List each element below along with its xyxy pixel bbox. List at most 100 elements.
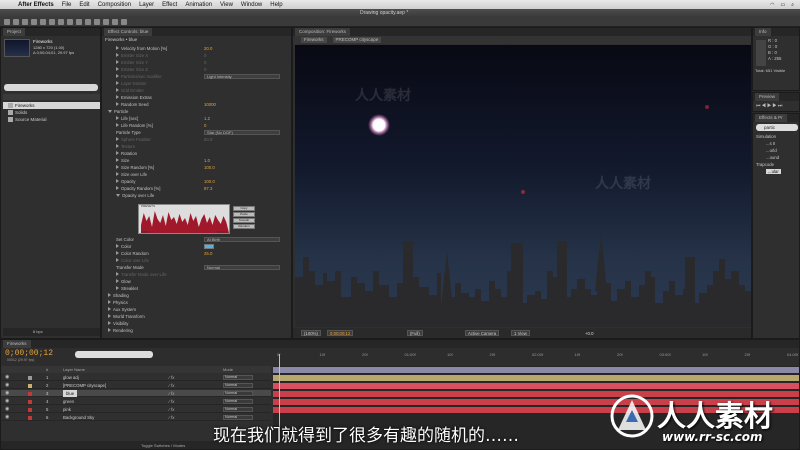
tab-effects-presets[interactable]: Effects & Pr <box>755 114 787 122</box>
twirl-closed-icon[interactable] <box>116 172 119 176</box>
twirl-closed-icon[interactable] <box>108 307 111 311</box>
composition-viewer[interactable]: 人人素材 人人素材 <box>295 45 751 327</box>
clone-tool-icon[interactable] <box>94 19 100 25</box>
project-item[interactable]: Fireworks <box>3 102 100 109</box>
tab-timeline-fireworks[interactable]: Fireworks <box>3 340 31 348</box>
twirl-closed-icon[interactable] <box>116 123 119 127</box>
effect-property-row[interactable]: Transfer Mode Normal <box>102 264 291 271</box>
effect-property-row[interactable]: Rendering <box>102 327 291 334</box>
twirl-closed-icon[interactable] <box>108 314 111 318</box>
toggle-switches-modes[interactable]: Toggle Switches / Modes <box>141 443 185 448</box>
twirl-closed-icon[interactable] <box>116 116 119 120</box>
col-layer-name[interactable]: Layer Name <box>63 366 85 373</box>
bpc-indicator[interactable]: 8 bpc <box>33 329 43 334</box>
tab-composition[interactable]: Composition: Fireworks <box>295 28 351 36</box>
menu-item-window[interactable]: Window <box>241 2 262 8</box>
property-value[interactable]: 10000 <box>204 101 216 108</box>
menu-item-file[interactable]: File <box>62 2 72 8</box>
twirl-closed-icon[interactable] <box>116 144 119 148</box>
twirl-open-icon[interactable] <box>108 110 112 113</box>
timeline-layer-row[interactable]: ◉ 2 [PRECOMP cityscape] ⁄ fx Normal <box>1 382 271 389</box>
opacity-over-life-graph[interactable]: PRESETS BIRTH DEATH <box>138 204 230 234</box>
effects-list-item[interactable]: ...ular <box>766 169 781 174</box>
comp-timecode[interactable]: 0;00;00;12 <box>327 330 354 336</box>
tab-info[interactable]: Info <box>755 28 771 36</box>
effect-property-row[interactable]: Life [sec] 1.2 <box>102 115 291 122</box>
label-color-chip[interactable] <box>28 408 32 412</box>
twirl-closed-icon[interactable] <box>116 46 119 50</box>
brush-tool-icon[interactable] <box>85 19 91 25</box>
timeline-layer-row[interactable]: ◉ 5 pink ⁄ fx Normal <box>1 406 271 413</box>
visibility-eye-icon[interactable]: ◉ <box>5 406 9 413</box>
effect-property-row[interactable]: Velocity from Motion [%] 20.0 <box>102 45 291 52</box>
effect-property-row[interactable]: Color <box>102 243 291 250</box>
effect-property-row[interactable]: Emitter Size X 0 <box>102 52 291 59</box>
label-color-chip[interactable] <box>28 400 32 404</box>
effect-property-row[interactable]: Particle Type Star (No DOF) <box>102 129 291 136</box>
layer-mode-dropdown[interactable]: Normal <box>223 407 253 412</box>
layer-mode-dropdown[interactable]: Normal <box>223 399 253 404</box>
layer-bar-blue[interactable] <box>273 383 799 389</box>
effect-property-row[interactable]: Size over Life <box>102 171 291 178</box>
property-value[interactable]: 50.0 <box>204 136 212 143</box>
menu-item-composition[interactable]: Composition <box>98 2 131 8</box>
project-column-header[interactable] <box>3 94 100 100</box>
wifi-icon[interactable]: ◠ <box>770 2 774 8</box>
project-search-input[interactable] <box>4 84 98 91</box>
mask-tool-icon[interactable] <box>58 19 64 25</box>
tab-project[interactable]: Project <box>3 28 26 36</box>
timeline-timecode[interactable]: 0;00;00;12 <box>5 349 53 358</box>
effect-property-row[interactable]: Particles/sec modifier Light Intensity <box>102 73 291 80</box>
layer-name[interactable]: pink <box>63 406 71 413</box>
visibility-eye-icon[interactable]: ◉ <box>5 398 9 405</box>
label-color-chip[interactable] <box>28 384 32 388</box>
exposure-value[interactable]: +0.0 <box>585 331 593 336</box>
effects-search-input[interactable]: partic <box>756 124 798 131</box>
effect-property-row[interactable]: Opacity over Life <box>102 192 291 199</box>
effects-switch-icon[interactable]: ⁄ fx <box>169 414 175 421</box>
layer-name[interactable]: green <box>63 398 74 405</box>
timeline-search-input[interactable] <box>75 351 153 358</box>
effect-property-row[interactable]: Aux System <box>102 306 291 313</box>
effect-property-row[interactable]: Size Random [%] 100.0 <box>102 164 291 171</box>
twirl-closed-icon[interactable] <box>116 286 119 290</box>
graph-button-copy[interactable]: Copy <box>233 206 255 211</box>
layer-name[interactable]: glow adj <box>63 374 79 381</box>
effect-property-row[interactable]: Size 1.0 <box>102 157 291 164</box>
twirl-closed-icon[interactable] <box>116 151 119 155</box>
layer-name[interactable]: Background Sky <box>63 414 94 421</box>
effect-property-row[interactable]: Texture <box>102 143 291 150</box>
property-dropdown[interactable]: Normal <box>204 265 280 270</box>
property-dropdown[interactable]: Star (No DOF) <box>204 130 280 135</box>
project-item[interactable]: Source Material <box>3 116 100 123</box>
twirl-closed-icon[interactable] <box>116 251 119 255</box>
menu-item-edit[interactable]: Edit <box>79 2 89 8</box>
property-value[interactable]: 100.0 <box>204 178 215 185</box>
effect-property-row[interactable]: Sphere Feather 50.0 <box>102 136 291 143</box>
visibility-eye-icon[interactable]: ◉ <box>5 374 9 381</box>
visibility-eye-icon[interactable]: ◉ <box>5 414 9 421</box>
effects-switch-icon[interactable]: ⁄ fx <box>169 398 175 405</box>
tab-effect-controls[interactable]: Effect Controls: blue <box>104 28 153 36</box>
graph-button-smooth[interactable]: Smooth <box>233 218 255 223</box>
zoom-tool-icon[interactable] <box>22 19 28 25</box>
camera-tool-icon[interactable] <box>40 19 46 25</box>
graph-label-presets[interactable]: PRESETS <box>141 204 155 208</box>
resolution-dropdown[interactable]: (Full) <box>407 330 423 336</box>
effect-property-row[interactable]: Transfer Mode over Life <box>102 271 291 278</box>
battery-icon[interactable]: ▭ <box>780 2 785 8</box>
tab-preview[interactable]: Preview <box>755 93 780 101</box>
twirl-closed-icon[interactable] <box>116 179 119 183</box>
property-value[interactable]: 25.0 <box>204 250 212 257</box>
pan-behind-tool-icon[interactable] <box>49 19 55 25</box>
color-swatch[interactable] <box>204 244 214 249</box>
effect-property-row[interactable]: Rotation <box>102 150 291 157</box>
twirl-closed-icon[interactable] <box>116 279 119 283</box>
col-mode[interactable]: Mode <box>223 366 233 373</box>
menu-item-layer[interactable]: Layer <box>139 2 154 8</box>
project-item[interactable]: Solids <box>3 109 100 116</box>
pen-tool-icon[interactable] <box>67 19 73 25</box>
layer-mode-dropdown[interactable]: Normal <box>223 415 253 420</box>
effect-property-row[interactable]: Streaklet <box>102 285 291 292</box>
label-color-chip[interactable] <box>28 376 32 380</box>
